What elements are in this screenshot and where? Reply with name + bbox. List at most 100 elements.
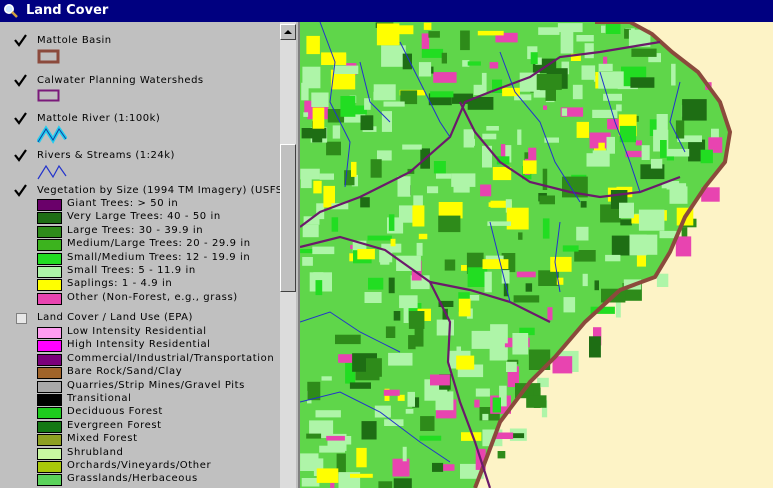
legend-item: Evergreen Forest	[37, 420, 287, 434]
layer-name[interactable]: Vegetation by Size (1994 TM Imagery) (US…	[37, 185, 287, 196]
vegetation-patch	[306, 35, 320, 55]
vegetation-patch	[467, 61, 481, 66]
vertical-scrollbar[interactable]	[280, 22, 296, 488]
vegetation-patch	[351, 161, 357, 177]
vegetation-patch	[407, 391, 415, 407]
legend-label: Orchards/Vineyards/Other	[67, 460, 212, 471]
legend-swatch	[37, 279, 62, 292]
legend-label: Low Intensity Residential	[67, 326, 207, 337]
vegetation-patch	[482, 259, 509, 269]
legend-item: Bare Rock/Sand/Clay	[37, 366, 287, 380]
vegetation-patch	[390, 238, 396, 247]
vegetation-patch	[506, 361, 517, 372]
vegetation-patch	[506, 207, 529, 230]
vegetation-patch	[313, 180, 322, 194]
vegetation-patch	[666, 156, 674, 161]
checkmark-icon[interactable]	[14, 112, 27, 125]
legend-swatch	[37, 367, 62, 380]
legend-swatch	[37, 266, 62, 278]
vegetation-patch	[492, 397, 501, 413]
vegetation-patch	[427, 186, 439, 194]
layer-name[interactable]: Land Cover / Land Use (EPA)	[37, 312, 193, 323]
scroll-thumb[interactable]	[280, 144, 296, 292]
vegetation-patch	[659, 230, 677, 239]
vegetation-patch	[312, 107, 325, 129]
vegetation-patch	[539, 195, 555, 205]
vegetation-patch	[377, 150, 392, 161]
vegetation-patch	[467, 267, 488, 287]
vegetation-patch	[481, 72, 487, 94]
vegetation-patch	[300, 249, 315, 254]
vegetation-patch	[517, 129, 522, 145]
vegetation-patch	[368, 277, 384, 290]
vegetation-patch	[482, 133, 497, 140]
vegetation-patch	[650, 158, 663, 169]
scroll-up-button[interactable]	[280, 24, 296, 40]
vegetation-patch	[656, 114, 668, 135]
vegetation-patch	[321, 376, 332, 381]
magnifier-icon	[4, 4, 18, 18]
vegetation-patch	[560, 31, 574, 54]
vegetation-patch	[638, 209, 665, 231]
legend-label: Other (Non-Forest, e.g., grass)	[67, 291, 238, 303]
legend-item: Quarries/Strip Mines/Gravel Pits	[37, 379, 287, 394]
vegetation-patch	[438, 215, 461, 233]
vegetation-patch	[550, 256, 572, 272]
layer-name[interactable]: Mattole Basin	[37, 35, 112, 46]
vegetation-patch	[477, 30, 504, 36]
vegetation-patch	[475, 388, 490, 397]
vegetation-patch	[303, 112, 309, 117]
legend-label: Quarries/Strip Mines/Gravel Pits	[67, 379, 245, 391]
vegetation-patch	[350, 473, 373, 478]
vegetation-patch	[335, 334, 361, 345]
vegetation-patch	[366, 358, 382, 377]
legend-swatch	[37, 394, 62, 406]
vegetation-patch	[393, 311, 401, 321]
layer-name[interactable]: Mattole River (1:100k)	[37, 113, 160, 124]
checkmark-icon[interactable]	[14, 34, 27, 47]
vegetation-patch	[360, 115, 374, 131]
vegetation-patch	[441, 52, 447, 64]
legend-swatch	[37, 420, 62, 433]
checkmark-icon[interactable]	[14, 149, 27, 162]
checkmark-icon[interactable]	[14, 184, 27, 197]
vegetation-patch	[405, 409, 414, 414]
vegetation-patch	[380, 259, 390, 265]
vegetation-patch	[557, 23, 583, 33]
title-bar: Land Cover	[0, 0, 773, 22]
vegetation-patch	[619, 202, 634, 219]
vegetation-patch	[367, 235, 392, 241]
legend-label: Commercial/Industrial/Transportation	[67, 352, 275, 364]
vegetation-patch	[512, 333, 529, 355]
vegetation-patch	[388, 277, 395, 294]
vegetation-patch	[563, 297, 576, 313]
layer-name[interactable]: Calwater Planning Watersheds	[37, 75, 204, 86]
vegetation-patch	[326, 435, 345, 441]
legend-item: Commercial/Industrial/Transportation	[37, 352, 287, 367]
vegetation-patch	[421, 48, 444, 58]
map-view[interactable]	[300, 22, 773, 488]
layer-name[interactable]: Rivers & Streams (1:24k)	[37, 150, 175, 161]
legend-swatch	[37, 252, 62, 265]
vegetation-patch	[433, 161, 446, 174]
vegetation-patch	[576, 35, 594, 42]
legend-swatch	[37, 340, 62, 353]
vegetation-patch	[396, 255, 421, 271]
vegetation-patch	[675, 236, 692, 257]
land-cover-map[interactable]	[300, 22, 773, 488]
vegetation-patch	[302, 257, 313, 266]
vegetation-patch	[316, 468, 339, 483]
vegetation-patch	[482, 413, 489, 421]
arrow-up-icon	[284, 30, 292, 34]
vegetation-patch	[399, 295, 418, 309]
unchecked-box-icon[interactable]	[16, 313, 27, 324]
vegetation-patch	[381, 111, 392, 132]
vegetation-patch	[451, 173, 476, 187]
vegetation-patch	[465, 138, 475, 146]
vegetation-patch	[430, 374, 450, 386]
vegetation-patch	[530, 52, 538, 65]
legend-item: High Intensity Residential	[37, 339, 287, 353]
window-title: Land Cover	[26, 3, 109, 18]
vegetation-patch	[490, 324, 508, 344]
checkmark-icon[interactable]	[14, 74, 27, 87]
